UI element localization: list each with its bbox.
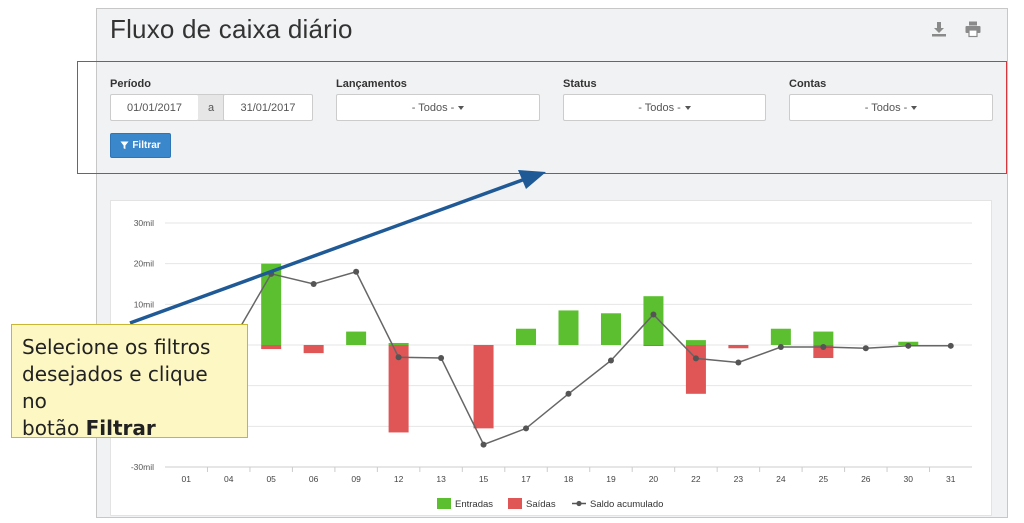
legend-label: Entradas (455, 499, 493, 510)
y-tick-label: 20mil (134, 259, 154, 269)
x-tick-label: 24 (776, 474, 786, 484)
callout-line-3-bold: Filtrar (85, 416, 156, 440)
saldo-point (820, 344, 827, 351)
saldo-point (905, 342, 912, 349)
legend-swatch-dot (576, 500, 582, 507)
callout-line-1: Selecione os filtros (22, 335, 211, 359)
saldo-point (565, 390, 572, 397)
x-tick-label: 13 (436, 474, 446, 484)
saldo-point (735, 359, 742, 366)
saldo-point (947, 342, 954, 349)
saidas-bar (261, 345, 282, 350)
legend-label: Saídas (526, 499, 556, 510)
entradas-bar (813, 331, 834, 345)
x-tick-label: 04 (224, 474, 234, 484)
x-tick-label: 23 (734, 474, 744, 484)
x-tick-label: 22 (691, 474, 701, 484)
legend-swatch (508, 498, 522, 509)
saldo-point (395, 354, 402, 361)
y-tick-label: 30mil (134, 218, 154, 228)
legend-swatch (437, 498, 451, 509)
x-tick-label: 01 (182, 474, 192, 484)
chart-bars (261, 263, 919, 433)
cash-flow-chart: 30mil 20mil 10mil -30mil 01 04 05 06 09 12 13 15 17… (129, 170, 972, 510)
saldo-point (607, 357, 614, 364)
pointer-arrow (129, 170, 546, 325)
x-tick-label: 05 (266, 474, 276, 484)
entradas-bar (685, 340, 706, 345)
x-tick-label: 31 (946, 474, 956, 484)
saldo-point (777, 344, 784, 351)
saidas-bar (728, 345, 749, 349)
x-tick-label: 26 (861, 474, 871, 484)
saldo-point (650, 311, 657, 318)
x-tick-label: 18 (564, 474, 574, 484)
entradas-bar (346, 331, 367, 345)
x-axis-ticks: 01 04 05 06 09 12 13 15 17 18 19 20 22 23 24 25 26 30 31 (182, 467, 956, 484)
entradas-bar (770, 328, 791, 345)
entradas-bar (558, 310, 579, 345)
y-tick-label: 10mil (134, 299, 154, 309)
instruction-callout: Selecione os filtros desejados e clique … (11, 324, 248, 440)
y-tick-label: -30mil (131, 462, 154, 472)
entradas-bar (600, 313, 621, 345)
x-tick-label: 20 (649, 474, 659, 484)
saldo-point (523, 425, 530, 432)
arrow-head (518, 170, 546, 189)
arrow-shaft (129, 176, 529, 325)
x-tick-label: 19 (606, 474, 616, 484)
x-tick-label: 30 (904, 474, 914, 484)
x-tick-label: 17 (521, 474, 531, 484)
x-tick-label: 15 (479, 474, 489, 484)
saidas-bar (643, 345, 664, 346)
saidas-bar (685, 345, 706, 394)
saldo-point (438, 355, 445, 362)
saldo-point (692, 355, 699, 362)
x-tick-label: 09 (351, 474, 361, 484)
x-tick-label: 12 (394, 474, 404, 484)
legend-label: Saldo acumulado (590, 499, 663, 510)
callout-line-3-prefix: botão (22, 416, 80, 440)
entradas-bar (516, 328, 537, 345)
callout-line-2: desejados e clique no (22, 362, 208, 413)
saldo-point (480, 441, 487, 448)
saidas-bar (303, 345, 324, 354)
saldo-line (228, 268, 954, 448)
saidas-bar (473, 345, 494, 429)
chart-legend: Entradas Saídas Saldo acumulado (437, 498, 663, 510)
x-tick-label: 06 (309, 474, 319, 484)
entradas-bar (643, 296, 664, 345)
saldo-point (862, 345, 869, 352)
saldo-point (353, 268, 360, 275)
x-tick-label: 25 (819, 474, 829, 484)
saldo-point (310, 281, 317, 287)
saldo-line-path (228, 270, 951, 446)
